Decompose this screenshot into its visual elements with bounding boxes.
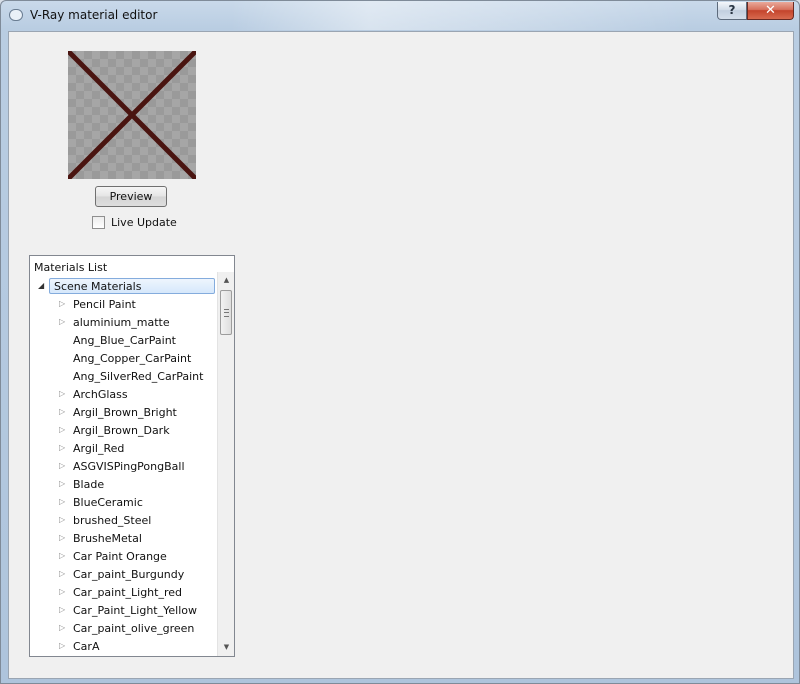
help-button[interactable]: ?: [717, 2, 747, 20]
material-list-item[interactable]: Ang_SilverRed_CarPaint: [30, 368, 217, 386]
material-label: Car_paint_Burgundy: [73, 568, 185, 581]
material-label: Ang_Copper_CarPaint: [73, 352, 192, 365]
materials-list-panel: Materials List ◢ Scene Materials ▷ Penci…: [29, 255, 235, 657]
material-label: Car_Paint_Light_Yellow: [73, 604, 197, 617]
material-list-item[interactable]: ▷ Car_Paint_Light_Yellow: [30, 602, 217, 620]
material-label: brushed_Steel: [73, 514, 152, 527]
material-label: Argil_Brown_Dark: [73, 424, 170, 437]
collapsed-triangle-icon[interactable]: ▷: [59, 461, 65, 470]
collapsed-triangle-icon[interactable]: ▷: [59, 443, 65, 452]
material-label: Car_paint_olive_green: [73, 622, 195, 635]
collapsed-triangle-icon[interactable]: ▷: [59, 605, 65, 614]
collapsed-triangle-icon[interactable]: ▷: [59, 533, 65, 542]
material-label: Car Paint Orange: [73, 550, 167, 563]
collapsed-triangle-icon[interactable]: ▷: [59, 623, 65, 632]
materials-list-header: Materials List: [34, 261, 108, 274]
preview-button[interactable]: Preview: [95, 186, 167, 207]
collapsed-triangle-icon[interactable]: ▷: [59, 641, 65, 650]
material-list-item[interactable]: ▷ BlueCeramic: [30, 494, 217, 512]
material-label: ASGVISPingPongBall: [73, 460, 185, 473]
collapsed-triangle-icon[interactable]: ▷: [59, 479, 65, 488]
editor-client-area: Preview Live Update Materials List ◢ Sce…: [8, 31, 794, 679]
collapsed-triangle-icon[interactable]: ▷: [59, 515, 65, 524]
material-list-item[interactable]: ▷ BrusheMetal: [30, 530, 217, 548]
material-label: Pencil Paint: [73, 298, 136, 311]
material-list-item[interactable]: Ang_Blue_CarPaint: [30, 332, 217, 350]
material-list-item[interactable]: ▷ Argil_Brown_Dark: [30, 422, 217, 440]
material-label: ArchGlass: [73, 388, 128, 401]
material-list-item[interactable]: ▷ CarA: [30, 638, 217, 656]
material-label: Ang_Blue_CarPaint: [73, 334, 176, 347]
material-label: Argil_Brown_Bright: [73, 406, 177, 419]
collapsed-triangle-icon[interactable]: ▷: [59, 497, 65, 506]
material-list-item[interactable]: ▷ Argil_Red: [30, 440, 217, 458]
material-label: CarA: [73, 640, 100, 653]
collapsed-triangle-icon[interactable]: ▷: [59, 317, 65, 326]
collapsed-triangle-icon[interactable]: ▷: [59, 407, 65, 416]
live-update-checkbox[interactable]: [92, 216, 105, 229]
material-label: Argil_Red: [73, 442, 125, 455]
live-update-label: Live Update: [111, 216, 177, 229]
empty-preview-cross-icon: [68, 51, 196, 179]
material-list-item[interactable]: ▷ ASGVISPingPongBall: [30, 458, 217, 476]
collapsed-triangle-icon[interactable]: ▷: [59, 425, 65, 434]
material-label: BlueCeramic: [73, 496, 143, 509]
material-list-item[interactable]: ▷ Car_paint_olive_green: [30, 620, 217, 638]
material-list-item[interactable]: ▷ Car_paint_Light_red: [30, 584, 217, 602]
collapsed-triangle-icon[interactable]: ▷: [59, 299, 65, 308]
tree-root-scene-materials[interactable]: ◢ Scene Materials: [30, 278, 217, 296]
material-label: BrusheMetal: [73, 532, 142, 545]
title-bar-glow: [231, 1, 691, 30]
collapsed-triangle-icon[interactable]: ▷: [59, 389, 65, 398]
material-label: Ang_SilverRed_CarPaint: [73, 370, 204, 383]
vray-material-editor-window: V-Ray material editor ? ✕ Preview Live U…: [0, 0, 800, 684]
tree-root-label: Scene Materials: [54, 280, 142, 293]
scrollbar-thumb[interactable]: [220, 290, 232, 335]
app-icon: [9, 9, 23, 21]
material-list-item[interactable]: ▷ aluminium_matte: [30, 314, 217, 332]
scroll-up-arrow-icon[interactable]: ▲: [218, 272, 234, 289]
material-label: Blade: [73, 478, 105, 491]
material-preview-image: [68, 51, 196, 179]
close-button[interactable]: ✕: [747, 2, 794, 20]
material-label: aluminium_matte: [73, 316, 170, 329]
material-list-item[interactable]: ▷ Car_paint_Burgundy: [30, 566, 217, 584]
material-label: Car_paint_Light_red: [73, 586, 182, 599]
collapsed-triangle-icon[interactable]: ▷: [59, 587, 65, 596]
vertical-scrollbar[interactable]: ▲ ▼: [217, 272, 234, 656]
expanded-triangle-icon[interactable]: ◢: [38, 281, 44, 290]
scroll-down-arrow-icon[interactable]: ▼: [218, 639, 234, 656]
material-list-item[interactable]: ▷ Car Paint Orange: [30, 548, 217, 566]
material-list-item[interactable]: ▷ Pencil Paint: [30, 296, 217, 314]
collapsed-triangle-icon[interactable]: ▷: [59, 569, 65, 578]
grip-icon: [224, 309, 229, 317]
material-list-item[interactable]: ▷ brushed_Steel: [30, 512, 217, 530]
materials-tree: ◢ Scene Materials ▷ Pencil Paint ▷ alumini…: [30, 278, 217, 656]
material-list-item[interactable]: ▷ Argil_Brown_Bright: [30, 404, 217, 422]
title-bar[interactable]: V-Ray material editor ? ✕: [1, 1, 799, 30]
collapsed-triangle-icon[interactable]: ▷: [59, 551, 65, 560]
material-list-item[interactable]: Ang_Copper_CarPaint: [30, 350, 217, 368]
window-title: V-Ray material editor: [30, 8, 158, 22]
material-list-item[interactable]: ▷ ArchGlass: [30, 386, 217, 404]
material-list-item[interactable]: ▷ Blade: [30, 476, 217, 494]
